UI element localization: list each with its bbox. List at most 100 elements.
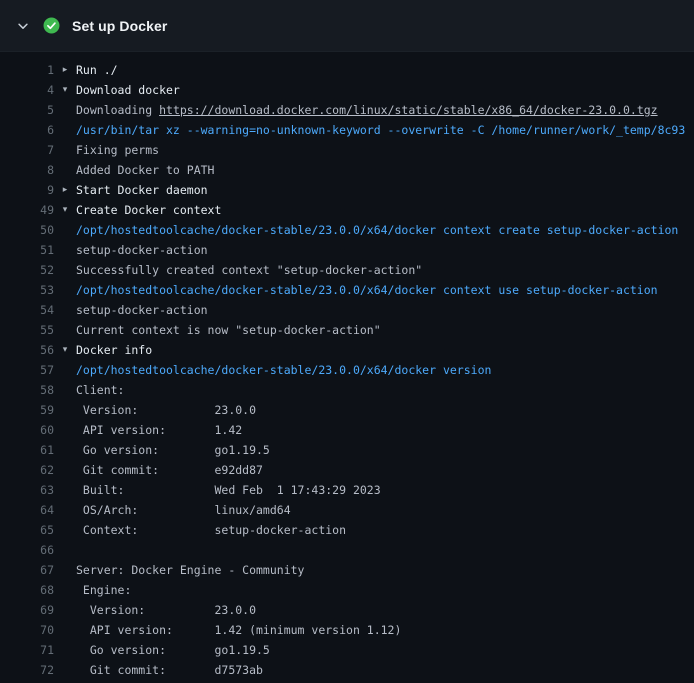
line-number[interactable]: 64 (0, 500, 54, 520)
log-line: 8 Added Docker to PATH (0, 160, 694, 180)
log-text: Built: Wed Feb 1 17:43:29 2023 (76, 480, 381, 500)
log-line: 60 API version: 1.42 (0, 420, 694, 440)
line-number[interactable]: 57 (0, 360, 54, 380)
log-line: 72 Git commit: d7573ab (0, 660, 694, 680)
log-line[interactable]: 9▸Start Docker daemon (0, 180, 694, 200)
log-text: API version: 1.42 (minimum version 1.12) (76, 620, 401, 640)
log-line: 6/usr/bin/tar xz --warning=no-unknown-ke… (0, 120, 694, 140)
line-number[interactable]: 8 (0, 160, 54, 180)
line-number[interactable]: 67 (0, 560, 54, 580)
log-text: Git commit: d7573ab (76, 660, 263, 680)
step-header[interactable]: Set up Docker (0, 0, 694, 52)
log-command-text: /usr/bin/tar xz --warning=no-unknown-key… (76, 120, 685, 140)
line-number[interactable]: 62 (0, 460, 54, 480)
line-number[interactable]: 63 (0, 480, 54, 500)
line-number[interactable]: 6 (0, 120, 54, 140)
log-line: 54 setup-docker-action (0, 300, 694, 320)
log-line[interactable]: 4▾Download docker (0, 80, 694, 100)
log-container: 1▸Run ./4▾Download docker5Downloading ht… (0, 52, 694, 680)
log-line: 59 Version: 23.0.0 (0, 400, 694, 420)
log-text: Server: Docker Engine - Community (76, 560, 304, 580)
log-text: Client: (76, 380, 124, 400)
log-text: Successfully created context "setup-dock… (76, 260, 422, 280)
log-line: 51 setup-docker-action (0, 240, 694, 260)
log-line[interactable]: 1▸Run ./ (0, 60, 694, 80)
line-number[interactable]: 52 (0, 260, 54, 280)
log-line: 67 Server: Docker Engine - Community (0, 560, 694, 580)
line-number[interactable]: 59 (0, 400, 54, 420)
log-text: OS/Arch: linux/amd64 (76, 500, 291, 520)
line-number[interactable]: 9 (0, 180, 54, 200)
line-number[interactable]: 68 (0, 580, 54, 600)
line-number[interactable]: 49 (0, 200, 54, 220)
group-label: Download docker (76, 80, 180, 100)
log-line[interactable]: 49▾Create Docker context (0, 200, 694, 220)
line-number[interactable]: 4 (0, 80, 54, 100)
log-line: 53/opt/hostedtoolcache/docker-stable/23.… (0, 280, 694, 300)
line-number[interactable]: 5 (0, 100, 54, 120)
group-label: Start Docker daemon (76, 180, 208, 200)
triangle-right-icon[interactable]: ▸ (54, 60, 76, 80)
log-command-text: /opt/hostedtoolcache/docker-stable/23.0.… (76, 220, 678, 240)
log-text: setup-docker-action (76, 300, 208, 320)
group-label: Run ./ (76, 60, 118, 80)
log-text: Downloading (76, 103, 159, 117)
log-line: 61 Go version: go1.19.5 (0, 440, 694, 460)
log-text: Current context is now "setup-docker-act… (76, 320, 381, 340)
line-number[interactable]: 50 (0, 220, 54, 240)
log-text: Version: 23.0.0 (76, 600, 256, 620)
line-number[interactable]: 1 (0, 60, 54, 80)
group-label: Create Docker context (76, 200, 221, 220)
line-number[interactable]: 60 (0, 420, 54, 440)
line-number[interactable]: 66 (0, 540, 54, 560)
line-number[interactable]: 72 (0, 660, 54, 680)
log-line: 63 Built: Wed Feb 1 17:43:29 2023 (0, 480, 694, 500)
log-line: 68 Engine: (0, 580, 694, 600)
log-line: 55 Current context is now "setup-docker-a… (0, 320, 694, 340)
log-line[interactable]: 56▾Docker info (0, 340, 694, 360)
triangle-down-icon[interactable]: ▾ (54, 80, 76, 100)
line-number[interactable]: 56 (0, 340, 54, 360)
log-text: Context: setup-docker-action (76, 520, 346, 540)
log-text: Version: 23.0.0 (76, 400, 256, 420)
log-link[interactable]: https://download.docker.com/linux/static… (159, 103, 658, 117)
log-line: 50/opt/hostedtoolcache/docker-stable/23.… (0, 220, 694, 240)
line-number[interactable]: 55 (0, 320, 54, 340)
log-line: 5 Downloading https://download.docker.com… (0, 100, 694, 120)
log-text: API version: 1.42 (76, 420, 242, 440)
log-text: Added Docker to PATH (76, 160, 214, 180)
log-line: 64 OS/Arch: linux/amd64 (0, 500, 694, 520)
line-number[interactable]: 69 (0, 600, 54, 620)
line-number[interactable]: 71 (0, 640, 54, 660)
check-circle-icon (43, 17, 60, 34)
line-number[interactable]: 58 (0, 380, 54, 400)
group-label: Docker info (76, 340, 152, 360)
log-text: Fixing perms (76, 140, 159, 160)
log-line: 58 Client: (0, 380, 694, 400)
line-number[interactable]: 65 (0, 520, 54, 540)
log-text: Git commit: e92dd87 (76, 460, 263, 480)
log-text: Go version: go1.19.5 (76, 440, 270, 460)
line-number[interactable]: 51 (0, 240, 54, 260)
line-number[interactable]: 54 (0, 300, 54, 320)
log-line: 52 Successfully created context "setup-do… (0, 260, 694, 280)
line-number[interactable]: 61 (0, 440, 54, 460)
log-line: 7 Fixing perms (0, 140, 694, 160)
chevron-down-icon[interactable] (16, 19, 30, 33)
step-title: Set up Docker (72, 18, 167, 34)
log-line: 69 Version: 23.0.0 (0, 600, 694, 620)
line-number[interactable]: 7 (0, 140, 54, 160)
log-line: 65 Context: setup-docker-action (0, 520, 694, 540)
log-line: 57/opt/hostedtoolcache/docker-stable/23.… (0, 360, 694, 380)
log-text: Downloading https://download.docker.com/… (76, 100, 658, 120)
log-line: 62 Git commit: e92dd87 (0, 460, 694, 480)
triangle-right-icon[interactable]: ▸ (54, 180, 76, 200)
triangle-down-icon[interactable]: ▾ (54, 340, 76, 360)
log-line: 70 API version: 1.42 (minimum version 1.… (0, 620, 694, 640)
log-command-text: /opt/hostedtoolcache/docker-stable/23.0.… (76, 280, 658, 300)
log-text: setup-docker-action (76, 240, 208, 260)
line-number[interactable]: 53 (0, 280, 54, 300)
triangle-down-icon[interactable]: ▾ (54, 200, 76, 220)
log-text: Go version: go1.19.5 (76, 640, 270, 660)
line-number[interactable]: 70 (0, 620, 54, 640)
